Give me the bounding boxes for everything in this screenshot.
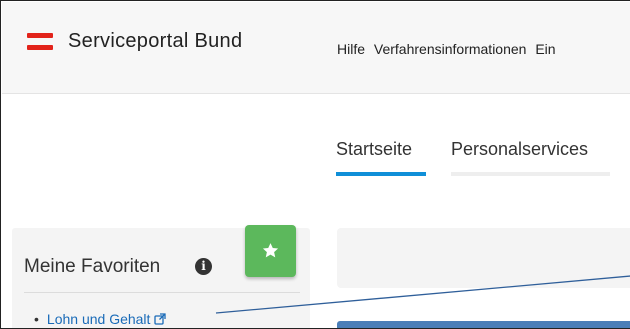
external-link-icon [154, 313, 167, 325]
brand-title[interactable]: Serviceportal Bund [68, 30, 242, 53]
top-navigation: Hilfe Verfahrensinformationen Ein [337, 41, 561, 57]
star-icon [262, 243, 279, 258]
info-circle-icon[interactable]: i [195, 258, 212, 275]
favorites-title: Meine Favoriten [24, 256, 161, 277]
list-bullet: • [34, 311, 39, 327]
tab-personalservices-underline [451, 172, 610, 176]
nav-link-ein[interactable]: Ein [535, 41, 555, 57]
nav-link-hilfe[interactable]: Hilfe [337, 41, 365, 57]
austria-flag-icon[interactable] [27, 33, 53, 51]
tab-personalservices[interactable]: Personalservices [451, 139, 588, 160]
main-content-box [337, 228, 630, 288]
screenshot-frame: Serviceportal Bund Hilfe Verfahrensinfor… [0, 0, 630, 329]
main-content-bar [337, 321, 630, 328]
nav-link-verfahrensinformationen[interactable]: Verfahrensinformationen [374, 41, 527, 57]
favorites-divider [24, 292, 300, 293]
favorite-list-item: • Lohn und Gehalt [34, 311, 167, 327]
top-header: Serviceportal Bund Hilfe Verfahrensinfor… [2, 2, 630, 94]
tab-startseite-underline [336, 172, 426, 176]
favorite-link-lohn-und-gehalt[interactable]: Lohn und Gehalt [47, 311, 151, 327]
tab-startseite[interactable]: Startseite [336, 139, 412, 160]
favorites-panel: Meine Favoriten i • Lohn und Gehalt [12, 225, 310, 328]
add-favorite-star-button[interactable] [245, 225, 296, 277]
